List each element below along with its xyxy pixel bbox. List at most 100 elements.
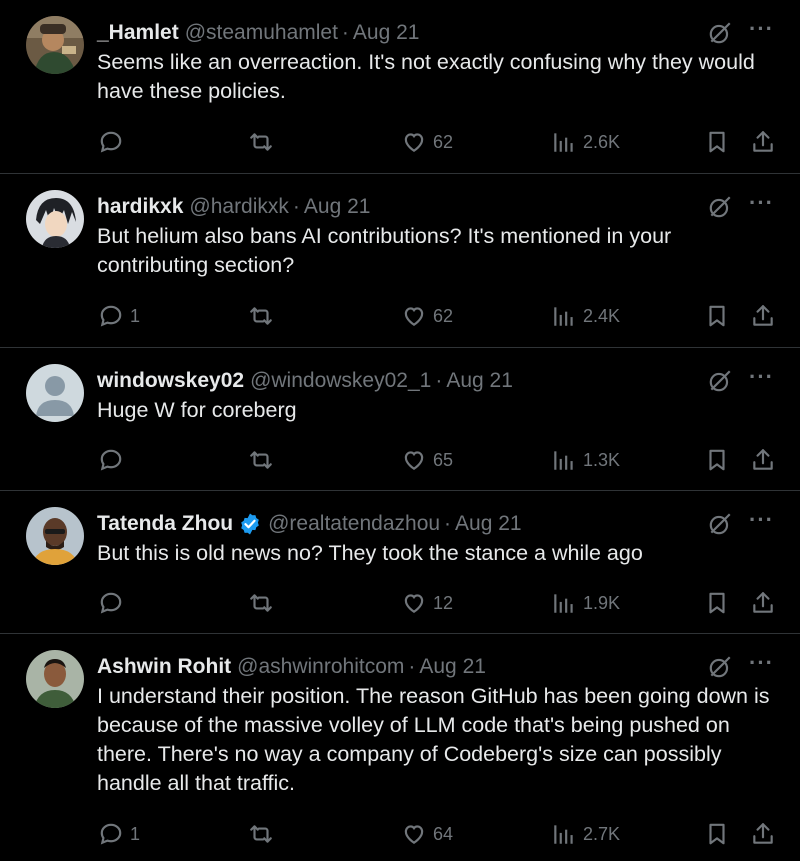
avatar[interactable] (26, 364, 84, 422)
tweet[interactable]: hardikxk @hardikxk · Aug 21 ··· But heli… (0, 174, 800, 348)
tweet-text: But this is old news no? They took the s… (97, 541, 643, 565)
views-button[interactable]: 2.4K (551, 301, 620, 331)
share-icon (750, 303, 776, 329)
tweet-text: Huge W for coreberg (97, 398, 297, 422)
bookmark-icon (704, 821, 730, 847)
separator-dot: · (341, 21, 349, 44)
like-count: 62 (433, 131, 454, 152)
tweet-text: But helium also bans AI contributions? I… (97, 224, 672, 277)
avatar[interactable] (26, 190, 84, 248)
like-button[interactable]: 65 (401, 445, 453, 475)
grok-icon[interactable] (707, 368, 733, 394)
view-count: 1.9K (583, 592, 621, 613)
reply-icon (98, 821, 124, 847)
views-button[interactable]: 1.9K (551, 588, 620, 618)
reply-icon (98, 303, 124, 329)
retweet-icon (248, 129, 274, 155)
share-button[interactable] (750, 819, 776, 849)
bookmark-icon (704, 129, 730, 155)
retweet-button[interactable] (248, 819, 274, 849)
verified-badge-icon[interactable] (238, 512, 262, 536)
reply-icon (98, 447, 124, 473)
grok-icon[interactable] (707, 511, 733, 537)
reply-button[interactable] (98, 445, 130, 475)
like-button[interactable]: 62 (401, 127, 453, 157)
views-icon (551, 590, 577, 616)
avatar[interactable] (26, 16, 84, 74)
reply-count: 1 (130, 305, 141, 326)
view-count: 2.6K (583, 131, 621, 152)
tweet-date[interactable]: Aug 21 (446, 369, 513, 393)
reply-icon (98, 129, 124, 155)
retweet-button[interactable] (248, 127, 274, 157)
views-button[interactable]: 2.7K (551, 819, 620, 849)
share-icon (750, 447, 776, 473)
author-name[interactable]: Ashwin Rohit (97, 655, 231, 679)
like-button[interactable]: 62 (401, 301, 453, 331)
views-button[interactable]: 1.3K (551, 445, 620, 475)
share-button[interactable] (750, 588, 776, 618)
reply-button[interactable] (98, 588, 130, 618)
tweet-date[interactable]: Aug 21 (353, 21, 420, 45)
bookmark-button[interactable] (704, 588, 730, 618)
reply-button[interactable]: 1 (98, 301, 140, 331)
views-icon (551, 447, 577, 473)
like-icon (401, 590, 427, 616)
more-icon[interactable]: ··· (749, 509, 774, 531)
reply-count: 1 (130, 823, 141, 844)
retweet-icon (248, 821, 274, 847)
retweet-button[interactable] (248, 301, 274, 331)
grok-icon[interactable] (707, 654, 733, 680)
bookmark-button[interactable] (704, 445, 730, 475)
author-name[interactable]: Tatenda Zhou (97, 512, 233, 536)
author-handle[interactable]: @windowskey02_1 (250, 369, 431, 393)
share-icon (750, 129, 776, 155)
author-handle[interactable]: @steamuhamlet (185, 21, 338, 45)
tweet-date[interactable]: Aug 21 (455, 512, 522, 536)
author-handle[interactable]: @ashwinrohitcom (237, 655, 404, 679)
bookmark-button[interactable] (704, 127, 730, 157)
bookmark-button[interactable] (704, 301, 730, 331)
more-icon[interactable]: ··· (749, 18, 774, 40)
tweet[interactable]: Tatenda Zhou @realtatendazhou · Aug 21 ·… (0, 491, 800, 634)
reply-button[interactable]: 1 (98, 819, 140, 849)
author-name[interactable]: windowskey02 (97, 369, 244, 393)
grok-icon[interactable] (707, 194, 733, 220)
reply-button[interactable] (98, 127, 130, 157)
author-name[interactable]: hardikxk (97, 195, 183, 219)
retweet-button[interactable] (248, 588, 274, 618)
like-button[interactable]: 12 (401, 588, 453, 618)
view-count: 2.7K (583, 823, 621, 844)
grok-icon[interactable] (707, 20, 733, 46)
share-button[interactable] (750, 301, 776, 331)
like-button[interactable]: 64 (401, 819, 453, 849)
like-count: 64 (433, 823, 454, 844)
views-button[interactable]: 2.6K (551, 127, 620, 157)
views-icon (551, 821, 577, 847)
share-button[interactable] (750, 445, 776, 475)
bookmark-button[interactable] (704, 819, 730, 849)
tweet-date[interactable]: Aug 21 (304, 195, 371, 219)
more-icon[interactable]: ··· (749, 366, 774, 388)
tweet[interactable]: _Hamlet @steamuhamlet · Aug 21 ··· Seems… (0, 0, 800, 174)
author-handle[interactable]: @realtatendazhou (268, 512, 440, 536)
share-button[interactable] (750, 127, 776, 157)
tweet-date[interactable]: Aug 21 (419, 655, 486, 679)
tweet[interactable]: windowskey02 @windowskey02_1 · Aug 21 ··… (0, 348, 800, 491)
avatar[interactable] (26, 507, 84, 565)
bookmark-icon (704, 303, 730, 329)
view-count: 2.4K (583, 305, 621, 326)
like-count: 12 (433, 592, 454, 613)
retweet-icon (248, 447, 274, 473)
tweet[interactable]: Ashwin Rohit @ashwinrohitcom · Aug 21 ··… (0, 634, 800, 861)
author-name[interactable]: _Hamlet (97, 21, 179, 45)
views-icon (551, 303, 577, 329)
retweet-icon (248, 590, 274, 616)
tweet-text: Seems like an overreaction. It's not exa… (97, 50, 755, 103)
more-icon[interactable]: ··· (749, 192, 774, 214)
avatar[interactable] (26, 650, 84, 708)
like-icon (401, 303, 427, 329)
author-handle[interactable]: @hardikxk (189, 195, 289, 219)
retweet-button[interactable] (248, 445, 274, 475)
more-icon[interactable]: ··· (749, 652, 774, 674)
